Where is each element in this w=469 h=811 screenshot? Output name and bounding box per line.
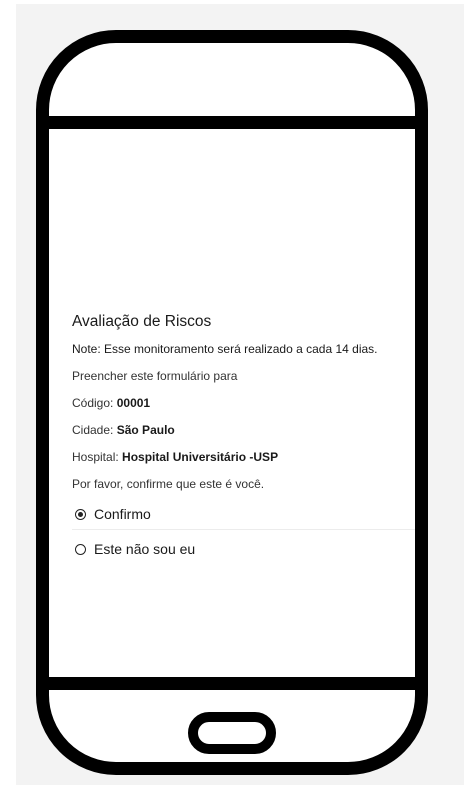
cidade-value: São Paulo [116,423,175,437]
radio-option-label: Este não sou eu [94,541,196,557]
radio-option-label: Confirmo [94,506,151,522]
option-divider [72,529,415,530]
radio-unselected-icon[interactable] [75,543,86,555]
home-button[interactable] [188,712,276,754]
hospital-row: Hospital: Hospital Universitário -USP [72,447,415,474]
phone-bottom-bezel-line [36,677,428,690]
risk-assessment-form: Avaliação de Riscos Note: Esse monitoram… [64,307,415,588]
monitoring-note: Note: Esse monitoramento será realizado … [72,342,378,356]
radio-option-nao-sou-eu[interactable]: Este não sou eu [72,536,415,562]
codigo-value: 00001 [116,396,151,410]
hospital-label: Hospital: [72,450,119,464]
radio-selected-icon[interactable] [75,508,86,520]
radio-option-confirmo[interactable]: Confirmo [72,501,415,527]
form-title: Avaliação de Riscos [72,313,212,330]
hospital-value: Hospital Universitário -USP [122,450,279,464]
codigo-label: Código: [72,396,114,410]
codigo-row: Código: 00001 [72,393,415,420]
cidade-label: Cidade: [72,423,114,437]
form-intro: Preencher este formulário para [72,369,238,383]
phone-top-bezel-line [36,116,428,129]
confirm-prompt: Por favor, confirme que este é você. [72,477,265,491]
cidade-row: Cidade: São Paulo [72,420,415,447]
